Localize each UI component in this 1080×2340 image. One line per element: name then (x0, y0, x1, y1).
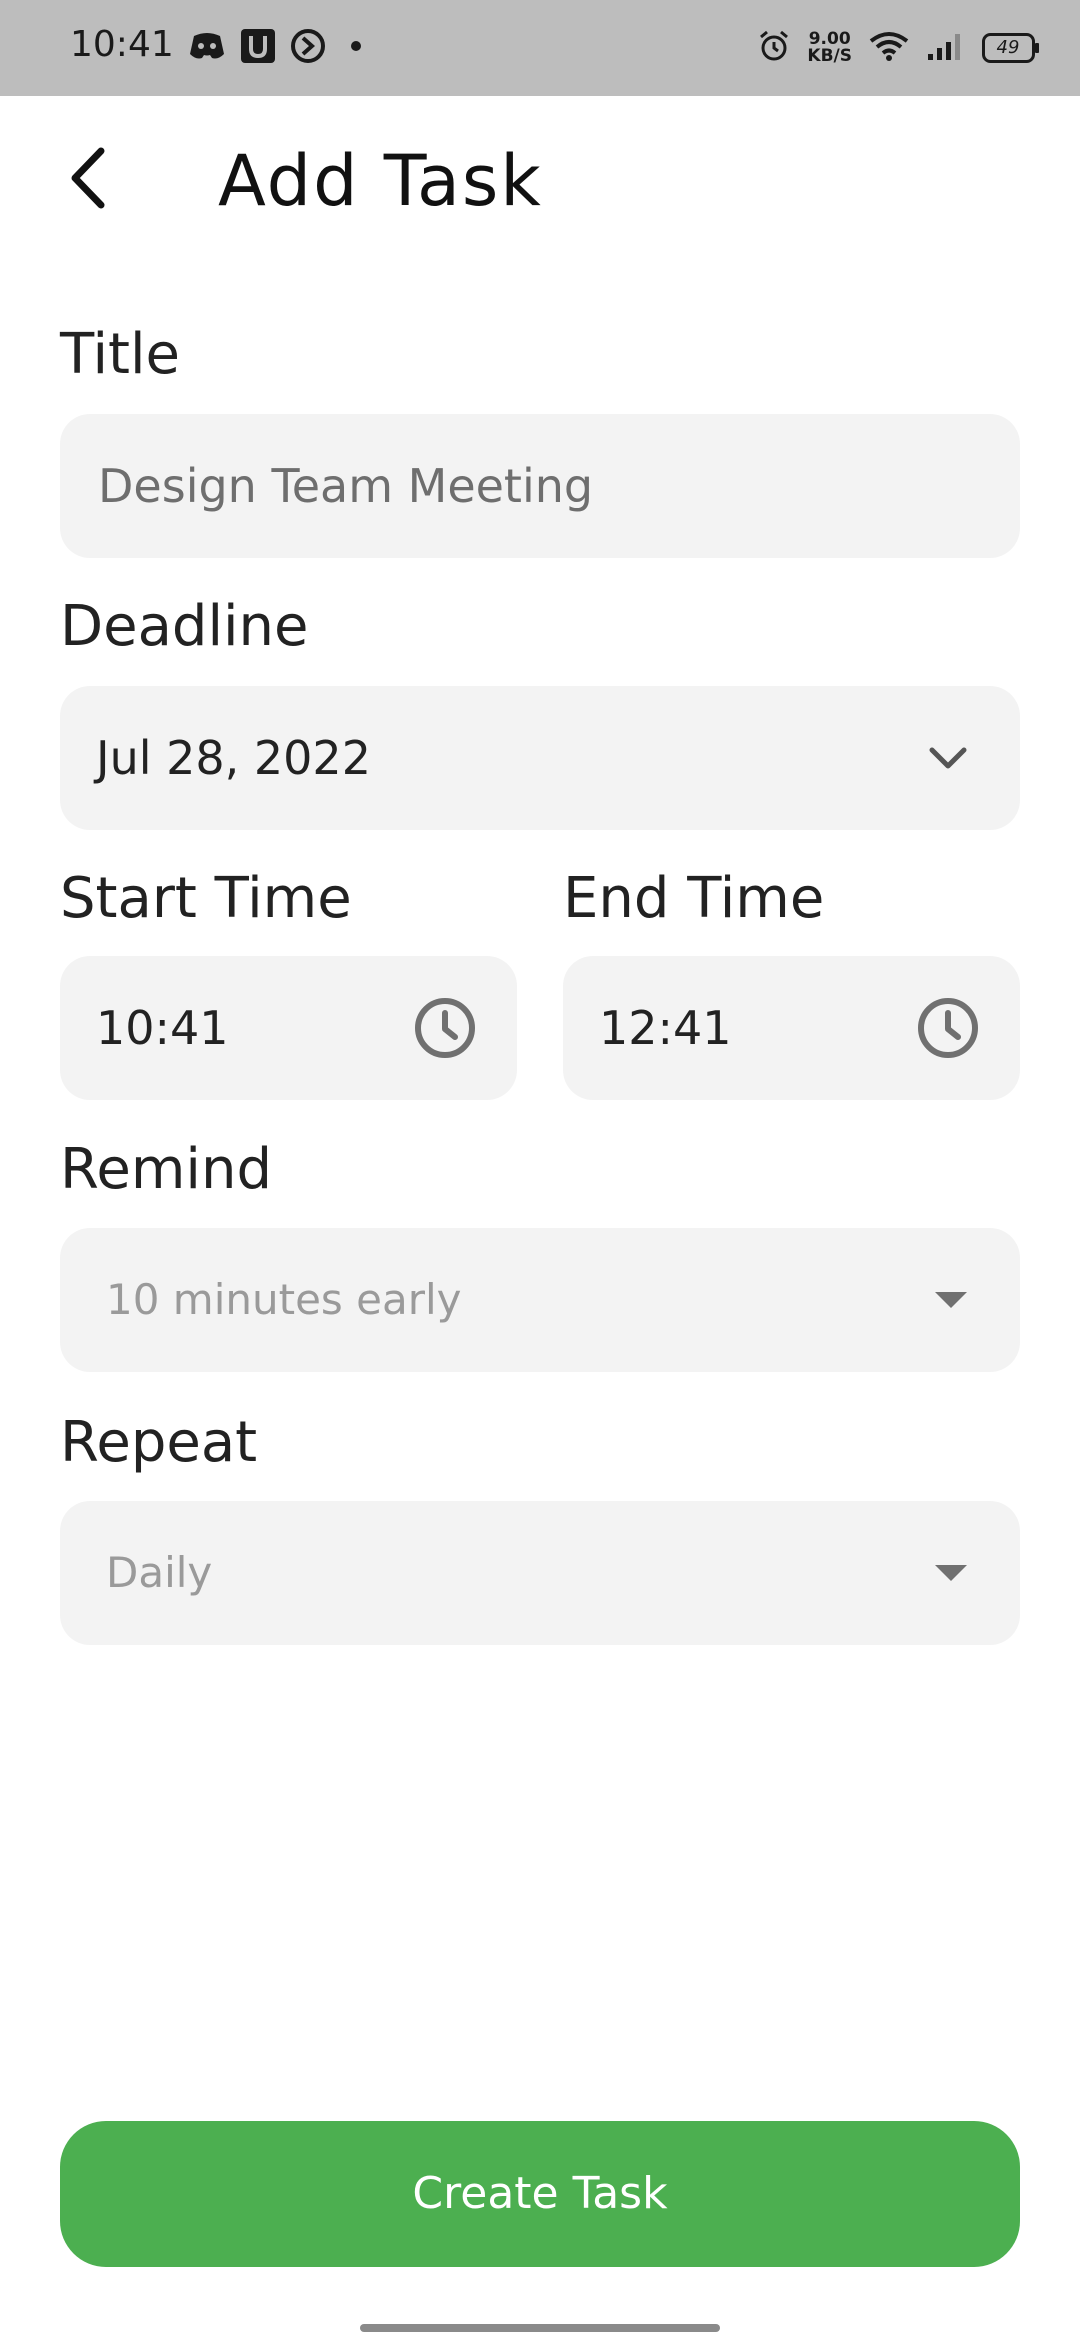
caret-down-icon (934, 1228, 968, 1372)
start-time-value: 10:41 (96, 1001, 229, 1055)
status-left-icons (188, 26, 370, 70)
end-time-picker[interactable]: 12:41 (563, 956, 1020, 1100)
alarm-icon (757, 29, 791, 67)
deadline-picker[interactable]: Jul 28, 2022 (60, 686, 1020, 830)
title-label: Title (60, 322, 181, 387)
chevron-down-icon (928, 686, 968, 830)
status-time: 10:41 (70, 24, 174, 65)
notification-dot-icon (340, 36, 370, 60)
start-time-label: Start Time (60, 866, 352, 931)
home-indicator[interactable] (360, 2324, 720, 2332)
caret-down-icon (934, 1501, 968, 1645)
back-button[interactable] (52, 140, 122, 220)
remind-label: Remind (60, 1137, 272, 1202)
end-time-label: End Time (563, 866, 825, 931)
remind-value: 10 minutes early (106, 1275, 462, 1324)
deadline-label: Deadline (60, 594, 309, 659)
repeat-select[interactable]: Daily (60, 1501, 1020, 1645)
media-app-icon (290, 28, 326, 68)
remind-select[interactable]: 10 minutes early (60, 1228, 1020, 1372)
page-title: Add Task (218, 140, 543, 222)
title-placeholder: Design Team Meeting (98, 459, 594, 513)
status-bar: 10:41 9.00 KB/S 49 (0, 0, 1080, 96)
battery-icon: 49 (982, 33, 1040, 63)
chevron-left-icon (65, 145, 109, 215)
start-time-picker[interactable]: 10:41 (60, 956, 517, 1100)
discord-icon (188, 30, 226, 66)
status-right-icons: 9.00 KB/S 49 (757, 24, 1040, 72)
u-app-icon (240, 28, 276, 68)
wifi-icon (868, 30, 910, 66)
deadline-value: Jul 28, 2022 (96, 731, 371, 785)
network-speed: 9.00 KB/S (807, 31, 852, 65)
title-input[interactable]: Design Team Meeting (60, 414, 1020, 558)
repeat-label: Repeat (60, 1410, 258, 1475)
network-speed-unit: KB/S (807, 46, 852, 66)
battery-level: 49 (996, 37, 1020, 58)
clock-icon (916, 956, 980, 1100)
repeat-value: Daily (106, 1548, 213, 1597)
app-header: Add Task (0, 96, 1080, 264)
clock-icon (413, 956, 477, 1100)
cellular-signal-icon (926, 30, 966, 66)
end-time-value: 12:41 (599, 1001, 732, 1055)
create-task-button[interactable]: Create Task (60, 2121, 1020, 2267)
